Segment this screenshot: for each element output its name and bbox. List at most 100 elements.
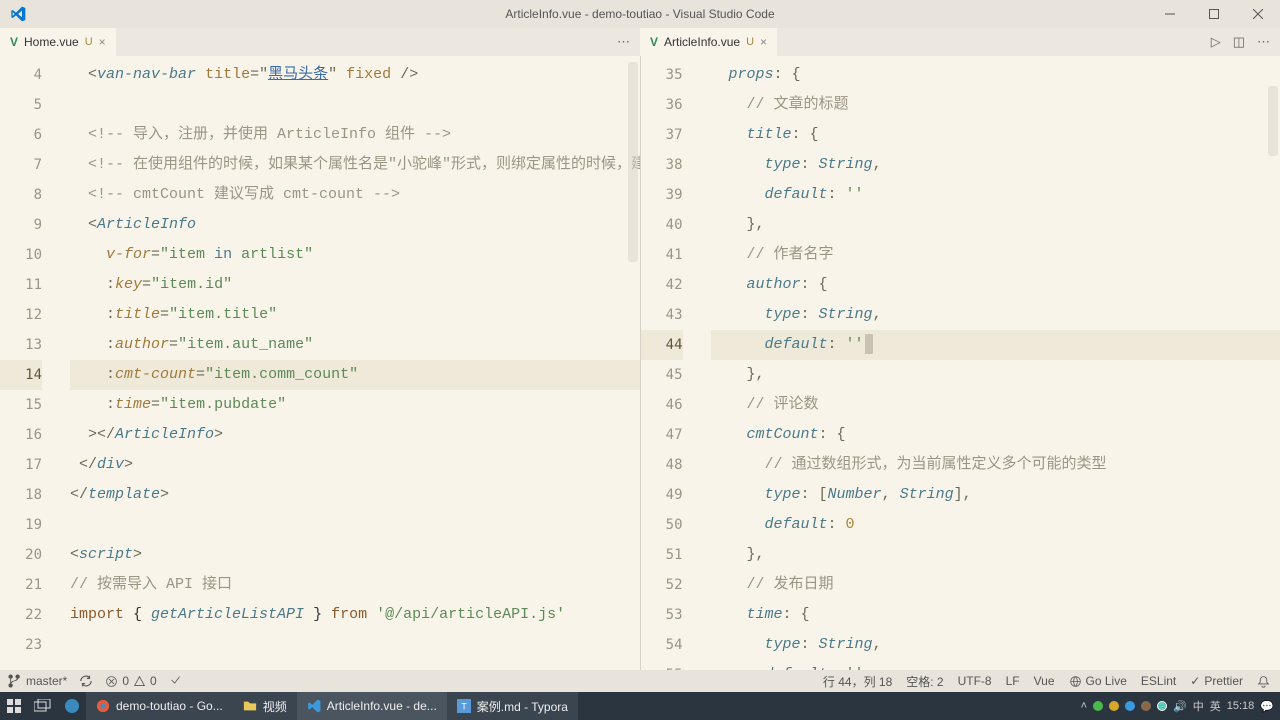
code-line[interactable]: :cmt-count="item.comm_count" <box>70 360 640 390</box>
ime-mode[interactable]: 英 <box>1210 698 1221 714</box>
tray-indicator[interactable] <box>1109 701 1119 711</box>
close-button[interactable] <box>1236 0 1280 28</box>
code-line[interactable]: :author="item.aut_name" <box>70 330 640 360</box>
code-line[interactable]: :time="item.pubdate" <box>70 390 640 420</box>
minimize-button[interactable] <box>1148 0 1192 28</box>
split-icon[interactable]: ◫ <box>1233 34 1245 50</box>
task-view-button[interactable] <box>28 692 58 720</box>
code-line[interactable]: props: { <box>711 60 1280 90</box>
code-line[interactable]: // 按需导入 API 接口 <box>70 570 640 600</box>
maximize-button[interactable] <box>1192 0 1236 28</box>
code-line[interactable]: }, <box>711 210 1280 240</box>
close-icon[interactable]: × <box>99 35 106 49</box>
status-eol[interactable]: LF <box>1006 674 1020 688</box>
status-spaces[interactable]: 空格: 2 <box>906 673 943 690</box>
status-eslint[interactable]: ESLint <box>1141 674 1176 688</box>
code-line[interactable]: <!-- 在使用组件的时候，如果某个属性名是"小驼峰"形式，则绑定属性的时候，建… <box>70 150 640 180</box>
line-number: 49 <box>641 480 683 510</box>
line-number: 52 <box>641 570 683 600</box>
tab-group-right: V ArticleInfo.vue U × ▷ ◫ ⋯ <box>640 28 1280 56</box>
code-line[interactable]: <!-- 导入，注册，并使用 ArticleInfo 组件 --> <box>70 120 640 150</box>
code-line[interactable]: title: { <box>711 120 1280 150</box>
tab-articleinfo-vue[interactable]: V ArticleInfo.vue U × <box>640 28 777 56</box>
notifications-icon[interactable]: 💬 <box>1260 700 1274 713</box>
tab-label: ArticleInfo.vue <box>664 35 740 49</box>
code-line[interactable]: <script> <box>70 540 640 570</box>
volume-icon[interactable]: 🔊 <box>1173 700 1187 713</box>
clock[interactable]: 15:18 <box>1227 700 1255 712</box>
scrollbar-right[interactable] <box>1268 86 1278 156</box>
code-line[interactable]: // 通过数组形式，为当前属性定义多个可能的类型 <box>711 450 1280 480</box>
code-line[interactable]: type: [Number, String], <box>711 480 1280 510</box>
line-number: 22 <box>0 600 42 630</box>
code-line[interactable]: v-for="item in artlist" <box>70 240 640 270</box>
status-encoding[interactable]: UTF-8 <box>958 674 992 688</box>
tab-home-vue[interactable]: V Home.vue U × <box>0 28 116 56</box>
status-sync[interactable] <box>79 674 93 688</box>
tray-indicator[interactable] <box>1125 701 1135 711</box>
code-line[interactable]: default: '' <box>711 660 1280 670</box>
code-line[interactable]: ></ArticleInfo> <box>70 420 640 450</box>
close-icon[interactable]: × <box>760 35 767 49</box>
code-line[interactable]: default: '' <box>711 180 1280 210</box>
status-language[interactable]: Vue <box>1034 674 1055 688</box>
code-line[interactable]: </template> <box>70 480 640 510</box>
tray-indicator[interactable] <box>1141 701 1151 711</box>
code-line[interactable]: }, <box>711 360 1280 390</box>
taskbar-folder[interactable]: 视频 <box>233 692 297 720</box>
code-line[interactable]: type: String, <box>711 150 1280 180</box>
editor-right[interactable]: 3536373839404142434445464748495051525354… <box>640 56 1280 670</box>
code-line[interactable]: }, <box>711 540 1280 570</box>
status-cursor[interactable]: 行 44，列 18 <box>823 673 892 690</box>
code-line[interactable] <box>70 90 640 120</box>
code-line[interactable]: // 文章的标题 <box>711 90 1280 120</box>
editor-left[interactable]: 4567891011121314151617181920212223 <van-… <box>0 56 640 670</box>
code-line[interactable]: // 作者名字 <box>711 240 1280 270</box>
more-icon[interactable]: ⋯ <box>1257 34 1270 50</box>
start-button[interactable] <box>0 692 28 720</box>
taskbar-typora[interactable]: T 案例.md - Typora <box>447 692 578 720</box>
status-selected-lines[interactable] <box>169 675 182 688</box>
code-line[interactable]: <ArticleInfo <box>70 210 640 240</box>
code-line[interactable]: </div> <box>70 450 640 480</box>
code-line[interactable]: type: String, <box>711 300 1280 330</box>
editor-split: 4567891011121314151617181920212223 <van-… <box>0 56 1280 670</box>
code-line[interactable] <box>70 510 640 540</box>
ime-lang[interactable]: 中 <box>1193 698 1204 714</box>
taskbar-chrome[interactable]: demo-toutiao - Go... <box>86 692 233 720</box>
code-line[interactable]: default: 0 <box>711 510 1280 540</box>
code-line[interactable]: :title="item.title" <box>70 300 640 330</box>
code-line[interactable]: type: String, <box>711 630 1280 660</box>
status-prettier[interactable]: ✓ Prettier <box>1190 674 1243 688</box>
tray-indicator[interactable] <box>1093 701 1103 711</box>
status-branch[interactable]: master* <box>8 674 67 688</box>
chevron-up-icon[interactable]: ˄ <box>1081 700 1087 712</box>
edge-button[interactable] <box>58 692 86 720</box>
status-notifications[interactable] <box>1257 675 1270 688</box>
svg-text:T: T <box>461 702 467 712</box>
code-line[interactable]: :key="item.id" <box>70 270 640 300</box>
code-line[interactable]: cmtCount: { <box>711 420 1280 450</box>
line-number: 40 <box>641 210 683 240</box>
code-line[interactable]: time: { <box>711 600 1280 630</box>
code-line[interactable]: import { getArticleListAPI } from '@/api… <box>70 600 640 630</box>
run-icon[interactable]: ▷ <box>1211 34 1221 50</box>
code-line[interactable]: // 评论数 <box>711 390 1280 420</box>
code-line[interactable]: // 发布日期 <box>711 570 1280 600</box>
tray-indicator[interactable] <box>1157 701 1167 711</box>
status-golive[interactable]: Go Live <box>1069 674 1127 688</box>
code-line[interactable]: <!-- cmtCount 建议写成 cmt-count --> <box>70 180 640 210</box>
taskbar-vscode[interactable]: ArticleInfo.vue - de... <box>297 692 447 720</box>
line-number: 55 <box>641 660 683 670</box>
code-line[interactable] <box>70 630 640 660</box>
code-line[interactable]: <van-nav-bar title="黑马头条" fixed /> <box>70 60 640 90</box>
system-tray[interactable]: ˄ 🔊 中 英 15:18 💬 <box>1081 698 1280 714</box>
more-icon[interactable]: ⋯ <box>617 34 630 50</box>
scrollbar-left[interactable] <box>628 62 638 262</box>
modified-badge: U <box>85 36 93 48</box>
window-title: ArticleInfo.vue - demo-toutiao - Visual … <box>0 7 1280 21</box>
code-line[interactable]: default: '' <box>711 330 1280 360</box>
code-line[interactable]: author: { <box>711 270 1280 300</box>
status-errors[interactable]: 0 0 <box>105 674 156 688</box>
modified-badge: U <box>746 36 754 48</box>
